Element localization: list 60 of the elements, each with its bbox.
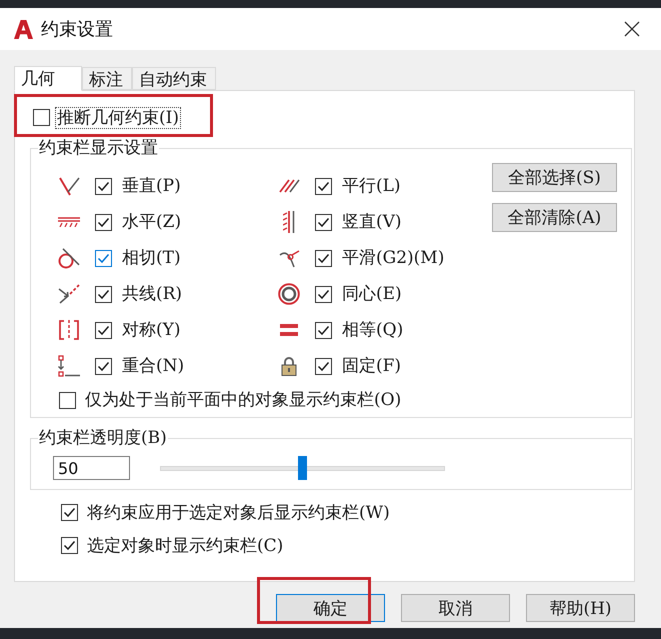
checkbox-label: 将约束应用于选定对象后显示约束栏(W): [86, 502, 391, 524]
checkbox[interactable]: [95, 322, 112, 338]
checkbox-label: 水平(Z): [121, 211, 182, 233]
checkbox-label: 相等(Q): [341, 319, 404, 341]
tab[interactable]: 自动约束: [132, 67, 216, 90]
tangent-circle-icon: [58, 247, 80, 269]
collinear-lines-icon: [58, 284, 80, 304]
checkbox[interactable]: [61, 537, 78, 554]
checkbox[interactable]: [95, 250, 112, 266]
group-title: 约束栏显示设置: [38, 138, 159, 158]
padlock-icon: [281, 356, 297, 376]
checkbox[interactable]: [95, 214, 112, 230]
brackets-icon: [59, 320, 79, 340]
tab[interactable]: 标注: [82, 67, 132, 90]
checkbox-label: 垂直(P): [121, 175, 182, 197]
checkbox[interactable]: [61, 504, 78, 521]
cancel-button[interactable]: 取消: [401, 594, 510, 622]
checkbox[interactable]: [315, 250, 332, 266]
checkbox[interactable]: [33, 109, 50, 126]
coincident-points-icon: [58, 355, 80, 377]
help-button[interactable]: 帮助(H): [526, 594, 635, 622]
vertical-hatched-line-icon: [283, 211, 295, 233]
checkbox-label: 共线(R): [121, 283, 184, 305]
checkbox-label: 对称(Y): [121, 319, 182, 341]
slider-thumb[interactable]: [298, 456, 307, 480]
checkbox[interactable]: [315, 358, 332, 374]
group-title: 约束栏透明度(B): [38, 428, 168, 448]
close-icon[interactable]: [624, 21, 640, 37]
perpendicular-lines-icon: [58, 176, 80, 196]
app-logo-icon: [14, 20, 33, 38]
parallel-lines-icon: [278, 179, 300, 193]
transparency-input[interactable]: 50: [53, 456, 130, 480]
checkbox-label: 选定对象时显示约束栏(C): [86, 534, 284, 556]
checkbox-label: 固定(F): [341, 355, 402, 377]
checkbox[interactable]: [315, 178, 332, 194]
equal-sign-icon: [280, 324, 298, 336]
select-all-button[interactable]: 全部选择(S): [492, 163, 617, 192]
slider-track[interactable]: [160, 456, 445, 480]
concentric-circles-icon: [278, 283, 300, 305]
checkbox-label: 相切(T): [121, 247, 182, 269]
checkbox[interactable]: [95, 178, 112, 194]
checkbox[interactable]: [59, 392, 76, 408]
ok-button[interactable]: 确定: [276, 594, 385, 622]
checkbox[interactable]: [95, 286, 112, 302]
checkbox[interactable]: [95, 358, 112, 374]
hatched-line-icon: [58, 217, 80, 227]
checkbox-label: 重合(N): [121, 355, 186, 377]
clear-all-button[interactable]: 全部清除(A): [492, 203, 617, 232]
checkbox[interactable]: [315, 214, 332, 230]
checkbox[interactable]: [315, 322, 332, 338]
curve-node-icon: [278, 248, 300, 268]
window-title: 约束设置: [41, 18, 114, 41]
checkbox-label: 竖直(V): [341, 211, 403, 233]
checkbox-label: 平滑(G2)(M): [341, 247, 446, 269]
checkbox-label: 同心(E): [341, 283, 403, 305]
tab[interactable]: 几何: [14, 66, 82, 91]
checkbox-label: 平行(L): [341, 175, 402, 197]
checkbox[interactable]: [315, 286, 332, 302]
checkbox-label: 仅为处于当前平面中的对象显示约束栏(O): [84, 389, 402, 411]
checkbox-label: 推断几何约束(I): [55, 106, 181, 128]
